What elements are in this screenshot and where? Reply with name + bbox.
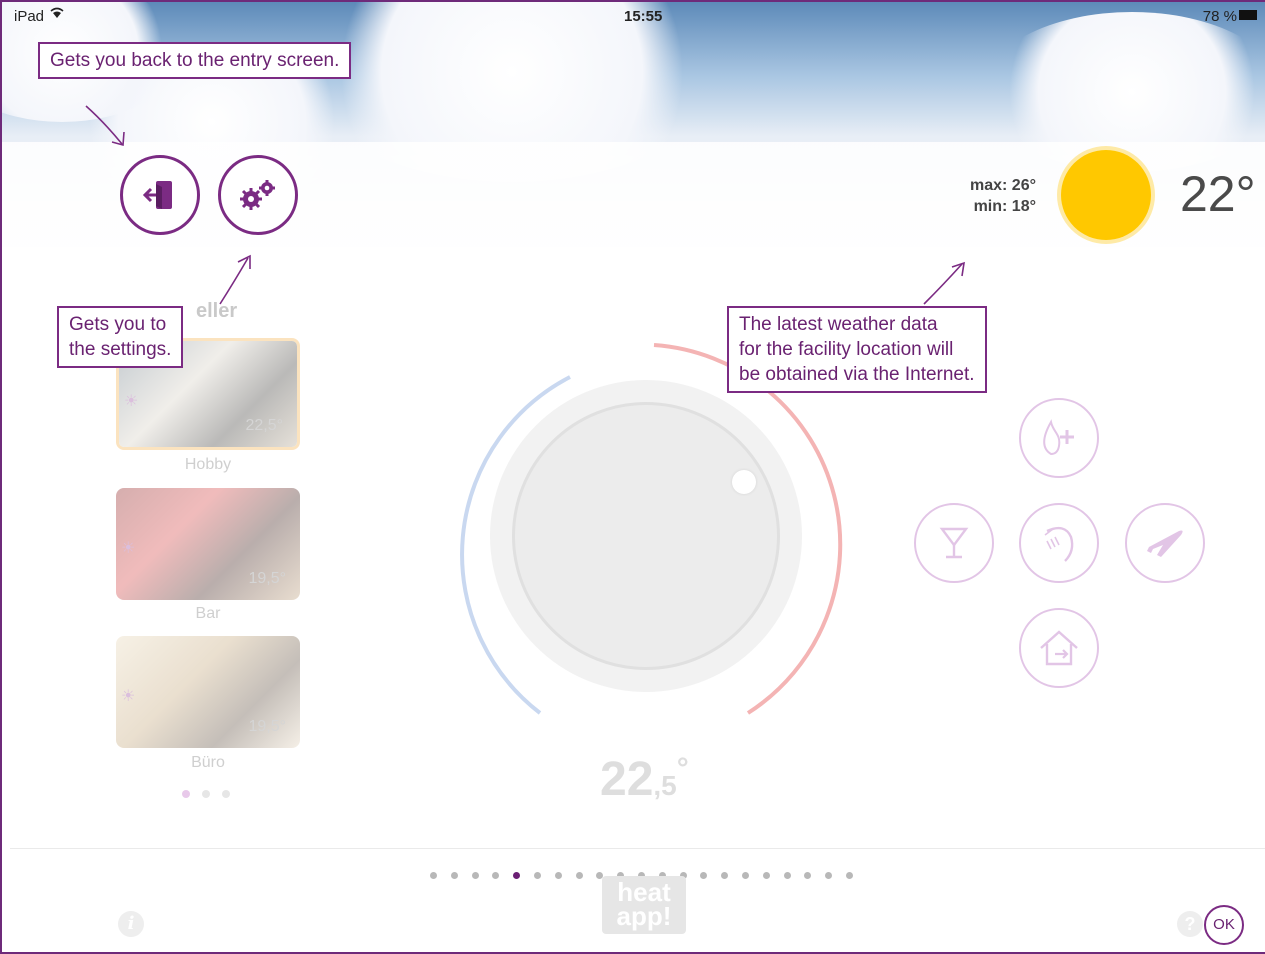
- page-dot[interactable]: [492, 872, 500, 879]
- page-dot[interactable]: [450, 872, 458, 879]
- callout-entry: Gets you back to the entry screen.: [38, 42, 352, 79]
- battery-percent: 78 %: [1202, 8, 1237, 25]
- room-page-indicator[interactable]: [182, 785, 242, 803]
- page-dot[interactable]: [700, 872, 708, 879]
- callout-weather-line3: be obtained via the Internet.: [739, 364, 975, 385]
- wifi-icon: [50, 6, 64, 22]
- footer-divider: [10, 848, 1265, 849]
- page-dot[interactable]: [845, 872, 853, 879]
- room-label: Büro: [191, 754, 225, 771]
- callout-arrow: [923, 261, 965, 305]
- party-button[interactable]: [914, 503, 994, 583]
- room-temp: 19,5°: [248, 570, 286, 587]
- leave-home-button[interactable]: [1019, 608, 1099, 688]
- page-dot[interactable]: [804, 872, 812, 879]
- page-dot[interactable]: [533, 872, 541, 879]
- current-outdoor-temp: 22°: [1180, 166, 1256, 222]
- page-dot[interactable]: [741, 872, 749, 879]
- page-dot[interactable]: [471, 872, 479, 879]
- callout-weather-line1: The latest weather data: [739, 314, 938, 335]
- callout-weather: The latest weather data for the facility…: [727, 306, 987, 393]
- page-dot[interactable]: [513, 872, 521, 879]
- page-dot[interactable]: [430, 872, 437, 879]
- sun-small-icon: ☀: [124, 393, 139, 410]
- ok-button[interactable]: OK: [1204, 905, 1244, 945]
- exit-button[interactable]: [120, 155, 200, 235]
- page-dot[interactable]: [783, 872, 791, 879]
- dial-face: [512, 402, 780, 670]
- device-label: iPad: [14, 8, 45, 25]
- callout-weather-line2: for the facility location will: [739, 339, 954, 360]
- sun-small-icon: ☀: [121, 688, 136, 705]
- callout-arrow: [219, 254, 251, 305]
- clock: 15:55: [624, 8, 663, 25]
- settings-button[interactable]: [218, 155, 298, 235]
- room-label: Hobby: [184, 456, 232, 473]
- heatapp-logo: heat app!: [602, 876, 686, 934]
- temperature-dial[interactable]: [490, 380, 802, 692]
- room-page-dot[interactable]: [182, 790, 190, 798]
- weather-max-min: max: 26° min: 18°: [958, 175, 1036, 217]
- status-bar: iPad 15:55 78 %: [14, 4, 1259, 26]
- room-temp: 19,5°: [248, 718, 286, 735]
- sun-icon: [1061, 150, 1151, 240]
- callout-settings: Gets you to the settings.: [57, 306, 184, 368]
- callout-settings-line2: the settings.: [69, 339, 172, 360]
- callout-settings-line1: Gets you to: [69, 314, 167, 335]
- setpoint-decimal: ,5: [653, 770, 677, 801]
- battery-icon: [1239, 10, 1257, 20]
- room-temp: 22,5°: [245, 417, 283, 434]
- page-dot[interactable]: [825, 872, 833, 879]
- dial-knob[interactable]: [732, 470, 756, 494]
- page-dot[interactable]: [762, 872, 770, 879]
- max-temp: max: 26°: [970, 177, 1036, 194]
- room-card-bar[interactable]: ☀ 19,5°: [116, 488, 300, 600]
- boost-button[interactable]: [1019, 398, 1099, 478]
- info-icon[interactable]: i: [118, 911, 144, 937]
- page-dot[interactable]: [721, 872, 729, 879]
- page-dot[interactable]: [575, 872, 583, 879]
- setpoint-main: 22: [600, 753, 654, 806]
- room-page-dot[interactable]: [202, 790, 210, 798]
- help-icon[interactable]: ?: [1177, 911, 1203, 937]
- room-card-buero[interactable]: ☀ 19,5°: [116, 636, 300, 748]
- room-label: Bar: [195, 605, 221, 622]
- callout-arrow: [85, 105, 125, 147]
- setpoint-temp: 22,5°: [600, 752, 689, 807]
- min-temp: min: 18°: [973, 198, 1036, 215]
- logo-text-bottom: app!: [616, 901, 672, 931]
- room-page-dot[interactable]: [222, 790, 230, 798]
- vacation-button[interactable]: [1125, 503, 1205, 583]
- page-dot[interactable]: [554, 872, 562, 879]
- callout-entry-text: Gets you back to the entry screen.: [50, 50, 340, 71]
- setpoint-degree: °: [676, 752, 689, 785]
- sun-small-icon: ☀: [121, 540, 136, 557]
- shower-button[interactable]: [1019, 503, 1099, 583]
